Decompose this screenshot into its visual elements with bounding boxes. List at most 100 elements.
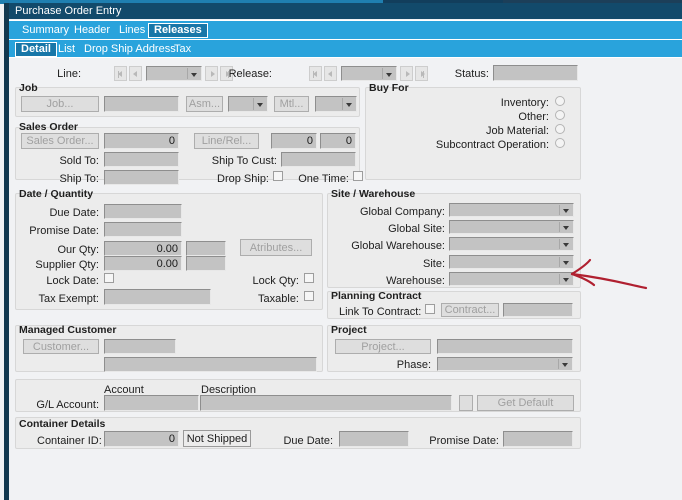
global-company-label: Global Company: (360, 206, 445, 218)
release-combo[interactable] (341, 66, 397, 81)
status-field[interactable] (493, 65, 578, 81)
job-field[interactable] (104, 96, 179, 112)
tab-header[interactable]: Header (69, 23, 115, 38)
gl-account-browse-button[interactable] (459, 395, 473, 411)
gl-description-field[interactable] (200, 395, 452, 411)
promise-date-field[interactable] (104, 222, 182, 237)
gl-account-label: G/L Account: (36, 399, 99, 411)
supplier-qty-label: Supplier Qty: (35, 259, 99, 271)
customer-name-field[interactable] (104, 357, 317, 372)
primary-tabstrip: Summary Header Lines Releases (9, 20, 682, 39)
release-prev-button[interactable] (324, 66, 337, 81)
project-lookup-button[interactable]: Project... (335, 339, 431, 354)
site-combo[interactable] (449, 255, 574, 269)
release-first-button[interactable] (309, 66, 322, 81)
line-next-button[interactable] (205, 66, 218, 81)
tab-releases[interactable]: Releases (148, 23, 208, 38)
drop-ship-label: Drop Ship: (217, 173, 269, 185)
global-company-combo[interactable] (449, 203, 574, 217)
get-default-button[interactable]: Get Default (477, 395, 574, 411)
line-rel-lookup-button[interactable]: Line/Rel... (194, 133, 259, 149)
site-label: Site: (422, 258, 445, 270)
warehouse-combo[interactable] (449, 272, 574, 286)
job-group-title: Job (19, 82, 38, 94)
line-label: Line: (57, 68, 81, 80)
attributes-button[interactable]: Atributes... (240, 239, 312, 256)
other-radio[interactable] (555, 110, 565, 120)
job-lookup-button[interactable]: Job... (21, 96, 99, 112)
gl-account-field[interactable] (104, 395, 199, 411)
so-line-field[interactable]: 0 (271, 133, 317, 149)
container-promise-date-field[interactable] (503, 431, 573, 447)
tab-lines[interactable]: Lines (114, 23, 150, 38)
secondary-tabstrip: Detail List Drop Ship Address Tax (9, 39, 682, 58)
global-site-label: Global Site: (388, 223, 445, 235)
supplier-uom-field[interactable] (186, 256, 226, 271)
inventory-radio[interactable] (555, 96, 565, 106)
managed-customer-group-title: Managed Customer (19, 324, 117, 336)
contract-lookup-button[interactable]: Contract... (441, 303, 499, 317)
tab-list[interactable]: List (53, 42, 80, 57)
supplier-qty-field[interactable]: 0.00 (104, 256, 182, 271)
taxable-checkbox[interactable] (304, 291, 314, 301)
sold-to-field[interactable] (104, 152, 179, 167)
asm-combo[interactable] (228, 96, 268, 112)
other-label: Other: (518, 111, 549, 123)
due-date-field[interactable] (104, 204, 182, 219)
project-group-title: Project (331, 324, 367, 336)
one-time-checkbox[interactable] (353, 171, 363, 181)
line-first-button[interactable] (114, 66, 127, 81)
lock-qty-checkbox[interactable] (304, 273, 314, 283)
ship-to-cust-label: Ship To Cust: (211, 155, 277, 167)
container-id-label: Container ID: (37, 435, 102, 447)
not-shipped-button[interactable]: Not Shipped (183, 430, 251, 447)
due-date-label: Due Date: (49, 207, 99, 219)
global-site-combo[interactable] (449, 220, 574, 234)
promise-date-label: Promise Date: (29, 225, 99, 237)
mtl-combo[interactable] (315, 96, 357, 112)
job-material-radio[interactable] (555, 124, 565, 134)
release-next-button[interactable] (400, 66, 413, 81)
so-rel-field[interactable]: 0 (320, 133, 356, 149)
lock-date-checkbox[interactable] (104, 273, 114, 283)
our-qty-field[interactable]: 0.00 (104, 241, 182, 256)
line-prev-button[interactable] (129, 66, 142, 81)
container-details-group-title: Container Details (19, 418, 106, 430)
mtl-lookup-button[interactable]: Mtl... (274, 96, 309, 112)
tab-summary[interactable]: Summary (17, 23, 74, 38)
sales-order-field[interactable]: 0 (104, 133, 179, 149)
project-field[interactable] (437, 339, 573, 354)
sales-order-lookup-button[interactable]: Sales Order... (21, 133, 99, 149)
link-to-contract-checkbox[interactable] (425, 304, 435, 314)
drop-ship-checkbox[interactable] (273, 171, 283, 181)
window-title: Purchase Order Entry (9, 3, 682, 19)
status-label: Status: (454, 68, 489, 80)
tab-detail[interactable]: Detail (15, 42, 57, 57)
tab-drop-ship-address[interactable]: Drop Ship Address (79, 42, 181, 57)
screen-root: Purchase Order Entry Summary Header Line… (0, 0, 682, 500)
ship-to-field[interactable] (104, 170, 179, 185)
buy-for-group-title: Buy For (369, 82, 409, 94)
container-promise-date-label: Promise Date: (429, 435, 499, 447)
tab-tax[interactable]: Tax (169, 42, 196, 57)
global-warehouse-combo[interactable] (449, 237, 574, 251)
line-combo[interactable] (146, 66, 202, 81)
contract-field[interactable] (503, 303, 573, 317)
phase-label: Phase: (396, 359, 431, 371)
customer-lookup-button[interactable]: Customer... (23, 339, 99, 354)
container-due-date-field[interactable] (339, 431, 409, 447)
customer-field[interactable] (104, 339, 176, 354)
purchase-order-entry-window: Purchase Order Entry Summary Header Line… (4, 3, 682, 500)
tax-exempt-field[interactable] (104, 289, 211, 305)
global-warehouse-label: Global Warehouse: (351, 240, 445, 252)
taxable-label: Taxable: (258, 293, 299, 305)
release-last-button[interactable] (415, 66, 428, 81)
subcontract-operation-radio[interactable] (555, 138, 565, 148)
tax-exempt-label: Tax Exempt: (38, 293, 99, 305)
asm-lookup-button[interactable]: Asm... (186, 96, 223, 112)
sales-order-group-title: Sales Order (19, 121, 78, 133)
our-uom-field[interactable] (186, 241, 226, 256)
phase-combo[interactable] (437, 357, 573, 371)
ship-to-cust-field[interactable] (281, 152, 356, 167)
container-id-field[interactable]: 0 (104, 431, 179, 447)
